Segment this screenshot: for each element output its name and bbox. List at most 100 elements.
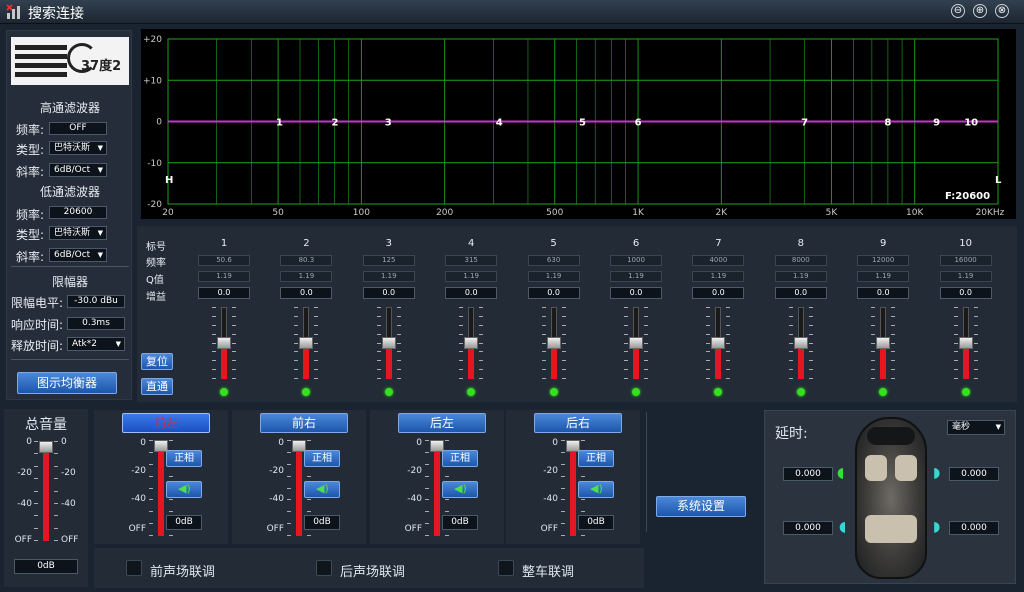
band-gain-slider[interactable] [541, 307, 566, 379]
band-enable-led[interactable] [549, 388, 558, 396]
band-enable-led[interactable] [302, 388, 311, 396]
channel-volume-value[interactable]: 0dB [442, 515, 478, 530]
phase-button[interactable]: 正相 [304, 450, 340, 467]
band-q-field[interactable]: 1.19 [362, 271, 415, 282]
limiter-release-select[interactable]: Atk*2 [67, 337, 125, 351]
band-q-field[interactable]: 1.19 [692, 271, 745, 282]
band-freq-field[interactable]: 125 [362, 255, 415, 266]
highpass-freq-field[interactable]: OFF [49, 122, 107, 135]
band-freq-field[interactable]: 315 [445, 255, 498, 266]
phase-button[interactable]: 正相 [166, 450, 202, 467]
all-link-checkbox[interactable] [498, 560, 514, 576]
reset-button[interactable]: 复位 [141, 353, 173, 370]
band-marker[interactable]: 10 [964, 118, 978, 129]
band-gain-slider[interactable] [953, 307, 978, 379]
band-marker[interactable]: 6 [635, 118, 642, 129]
master-volume-value[interactable]: 0dB [14, 559, 78, 574]
band-gain-slider[interactable] [706, 307, 731, 379]
band-gain-field[interactable]: 0.0 [527, 287, 580, 299]
band-gain-field[interactable]: 0.0 [939, 287, 992, 299]
band-gain-field[interactable]: 0.0 [280, 287, 333, 299]
band-freq-field[interactable]: 50.6 [198, 255, 250, 266]
band-q-field[interactable]: 1.19 [857, 271, 910, 282]
lowpass-marker[interactable]: L [995, 175, 1002, 186]
band-q-field[interactable]: 1.19 [939, 271, 992, 282]
band-gain-field[interactable]: 0.0 [774, 287, 827, 299]
rear-link-checkbox[interactable] [316, 560, 332, 576]
mute-button[interactable]: ◀) [578, 481, 614, 498]
band-marker[interactable]: 4 [496, 118, 503, 129]
phase-button[interactable]: 正相 [442, 450, 478, 467]
fader-knob[interactable] [793, 337, 808, 349]
band-enable-led[interactable] [467, 388, 476, 396]
lowpass-freq-field[interactable]: 20600 [49, 206, 107, 219]
band-gain-slider[interactable] [871, 307, 896, 379]
limiter-level-field[interactable]: -30.0 dBu [67, 295, 125, 308]
band-marker[interactable]: 1 [276, 118, 283, 129]
band-marker[interactable]: 3 [385, 118, 392, 129]
fader-knob[interactable] [546, 337, 561, 349]
band-enable-led[interactable] [220, 388, 228, 396]
eq-curve-plot[interactable]: 20 50 100 200 500 1K 2K 5K 10K 20KHz +20 +10 0 -10 -20… [141, 29, 1016, 219]
band-gain-field[interactable]: 0.0 [692, 287, 745, 299]
band-freq-field[interactable]: 8000 [774, 255, 827, 266]
delay-rear-left[interactable]: 0.000 [783, 521, 833, 535]
delay-front-left[interactable]: 0.000 [783, 467, 833, 481]
master-fader-slider[interactable] [34, 441, 58, 541]
delay-rear-right[interactable]: 0.000 [949, 521, 999, 535]
band-freq-field[interactable]: 4000 [692, 255, 745, 266]
band-enable-led[interactable] [961, 388, 970, 396]
band-q-field[interactable]: 1.19 [527, 271, 580, 282]
band-marker[interactable]: 9 [933, 118, 940, 129]
fader-knob[interactable] [876, 337, 891, 349]
channel-name-button[interactable]: 前左 [122, 413, 210, 433]
fader-knob[interactable] [39, 441, 53, 453]
mute-button[interactable]: ◀) [304, 481, 340, 498]
graphic-eq-button[interactable]: 图示均衡器 [17, 372, 117, 394]
phase-button[interactable]: 正相 [578, 450, 614, 467]
band-gain-slider[interactable] [459, 307, 484, 379]
band-gain-slider[interactable] [788, 307, 813, 379]
band-enable-led[interactable] [796, 388, 805, 396]
front-link-checkbox[interactable] [126, 560, 142, 576]
band-gain-slider[interactable] [212, 307, 236, 379]
fader-knob[interactable] [381, 337, 396, 349]
band-q-field[interactable]: 1.19 [280, 271, 333, 282]
band-enable-led[interactable] [632, 388, 640, 396]
lowpass-slope-select[interactable]: 6dB/Oct [49, 248, 107, 262]
band-enable-led[interactable] [879, 388, 888, 396]
band-gain-slider[interactable] [624, 307, 648, 379]
band-marker[interactable]: 7 [801, 118, 808, 129]
band-marker[interactable]: 2 [332, 118, 339, 129]
band-q-field[interactable]: 1.19 [774, 271, 827, 282]
band-gain-field[interactable]: 0.0 [857, 287, 910, 299]
delay-unit-select[interactable]: 毫秒 [947, 420, 1005, 435]
fader-knob[interactable] [629, 337, 643, 349]
close-icon[interactable]: ⊗ [995, 4, 1009, 18]
channel-name-button[interactable]: 前右 [260, 413, 348, 433]
minimize-icon[interactable]: ⊖ [951, 4, 965, 18]
highpass-type-select[interactable]: 巴特沃斯 [49, 141, 107, 155]
band-gain-slider[interactable] [294, 307, 319, 379]
channel-name-button[interactable]: 后左 [398, 413, 486, 433]
lowpass-type-select[interactable]: 巴特沃斯 [49, 226, 107, 240]
band-marker[interactable]: 8 [884, 118, 891, 129]
master-volume-fader[interactable]: 0 0 -20 -20 -40 -40 OFF OFF [4, 437, 88, 549]
band-gain-field[interactable]: 0.0 [198, 287, 250, 299]
mute-button[interactable]: ◀) [442, 481, 478, 498]
band-marker[interactable]: 5 [579, 118, 586, 129]
band-gain-field[interactable]: 0.0 [610, 287, 662, 299]
band-freq-field[interactable]: 630 [527, 255, 580, 266]
mute-button[interactable]: ◀) [166, 481, 202, 498]
limiter-response-field[interactable]: 0.3ms [67, 317, 125, 330]
band-q-field[interactable]: 1.19 [445, 271, 498, 282]
channel-volume-value[interactable]: 0dB [578, 515, 614, 530]
fader-knob[interactable] [464, 337, 479, 349]
fader-knob[interactable] [299, 337, 314, 349]
band-freq-field[interactable]: 80.3 [280, 255, 333, 266]
fader-knob[interactable] [217, 337, 231, 349]
band-enable-led[interactable] [714, 388, 723, 396]
band-q-field[interactable]: 1.19 [610, 271, 662, 282]
highpass-marker[interactable]: H [165, 175, 173, 186]
band-freq-field[interactable]: 12000 [857, 255, 910, 266]
